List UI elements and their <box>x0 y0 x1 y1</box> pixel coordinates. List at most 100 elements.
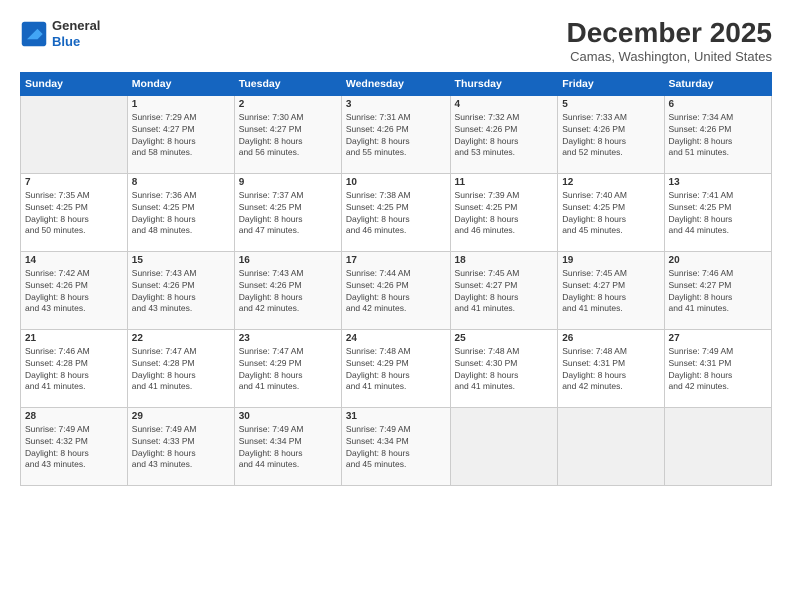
calendar-cell: 27 Sunrise: 7:49 AMSunset: 4:31 PMDayligh… <box>664 329 771 407</box>
day-number: 27 <box>669 333 767 344</box>
calendar-cell: 9 Sunrise: 7:37 AMSunset: 4:25 PMDaylight… <box>234 173 341 251</box>
day-info: Sunrise: 7:49 AMSunset: 4:34 PMDaylight:… <box>346 424 446 472</box>
calendar-cell: 8 Sunrise: 7:36 AMSunset: 4:25 PMDaylight… <box>127 173 234 251</box>
calendar-cell: 18Sunrise: 7:45 AMSunset: 4:27 PMDayligh… <box>450 251 558 329</box>
calendar-week-0: 1Sunrise: 7:29 AMSunset: 4:27 PMDaylight… <box>21 95 772 173</box>
day-number: 4 <box>455 99 554 110</box>
calendar-cell: 21 Sunrise: 7:46 AMSunset: 4:28 PMDayligh… <box>21 329 128 407</box>
day-number: 8 <box>132 177 230 188</box>
page: General Blue December 2025 Camas, Washin… <box>0 0 792 612</box>
day-number: 21 <box>25 333 123 344</box>
calendar-cell <box>450 407 558 485</box>
calendar-cell: 1Sunrise: 7:29 AMSunset: 4:27 PMDaylight… <box>127 95 234 173</box>
day-info: Sunrise: 7:34 AMSunset: 4:26 PMDaylight:… <box>669 112 767 160</box>
day-info: Sunrise: 7:49 AMSunset: 4:33 PMDaylight:… <box>132 424 230 472</box>
calendar-cell: 15 Sunrise: 7:43 AMSunset: 4:26 PMDayligh… <box>127 251 234 329</box>
day-info: Sunrise: 7:30 AMSunset: 4:27 PMDaylight:… <box>239 112 337 160</box>
calendar-cell: 13 Sunrise: 7:41 AMSunset: 4:25 PMDayligh… <box>664 173 771 251</box>
day-info: Sunrise: 7:49 AMSunset: 4:34 PMDaylight:… <box>239 424 337 472</box>
day-number: 9 <box>239 177 337 188</box>
calendar-header-wednesday: Wednesday <box>341 72 450 95</box>
day-number: 12 <box>562 177 659 188</box>
calendar-header-monday: Monday <box>127 72 234 95</box>
day-number: 25 <box>455 333 554 344</box>
calendar-cell <box>21 95 128 173</box>
calendar-week-1: 7 Sunrise: 7:35 AMSunset: 4:25 PMDaylight… <box>21 173 772 251</box>
day-info: Sunrise: 7:44 AMSunset: 4:26 PMDaylight:… <box>346 268 446 316</box>
day-number: 7 <box>25 177 123 188</box>
calendar-week-3: 21 Sunrise: 7:46 AMSunset: 4:28 PMDayligh… <box>21 329 772 407</box>
day-number: 13 <box>669 177 767 188</box>
calendar-header-saturday: Saturday <box>664 72 771 95</box>
day-number: 5 <box>562 99 659 110</box>
calendar-cell: 31 Sunrise: 7:49 AMSunset: 4:34 PMDayligh… <box>341 407 450 485</box>
day-number: 31 <box>346 411 446 422</box>
calendar-cell: 16 Sunrise: 7:43 AMSunset: 4:26 PMDayligh… <box>234 251 341 329</box>
day-info: Sunrise: 7:46 AMSunset: 4:27 PMDaylight:… <box>669 268 767 316</box>
day-number: 17 <box>346 255 446 266</box>
day-number: 22 <box>132 333 230 344</box>
day-info: Sunrise: 7:49 AMSunset: 4:32 PMDaylight:… <box>25 424 123 472</box>
calendar-header-tuesday: Tuesday <box>234 72 341 95</box>
calendar-cell: 28 Sunrise: 7:49 AMSunset: 4:32 PMDayligh… <box>21 407 128 485</box>
calendar-cell: 4 Sunrise: 7:32 AMSunset: 4:26 PMDaylight… <box>450 95 558 173</box>
calendar-cell: 17 Sunrise: 7:44 AMSunset: 4:26 PMDayligh… <box>341 251 450 329</box>
calendar-cell: 2Sunrise: 7:30 AMSunset: 4:27 PMDaylight… <box>234 95 341 173</box>
calendar-header-row: SundayMondayTuesdayWednesdayThursdayFrid… <box>21 72 772 95</box>
day-info: Sunrise: 7:48 AMSunset: 4:31 PMDaylight:… <box>562 346 659 394</box>
day-number: 20 <box>669 255 767 266</box>
day-info: Sunrise: 7:36 AMSunset: 4:25 PMDaylight:… <box>132 190 230 238</box>
day-number: 15 <box>132 255 230 266</box>
calendar-cell: 6Sunrise: 7:34 AMSunset: 4:26 PMDaylight… <box>664 95 771 173</box>
day-info: Sunrise: 7:38 AMSunset: 4:25 PMDaylight:… <box>346 190 446 238</box>
calendar-cell: 26Sunrise: 7:48 AMSunset: 4:31 PMDayligh… <box>558 329 664 407</box>
day-number: 23 <box>239 333 337 344</box>
day-number: 11 <box>455 177 554 188</box>
day-info: Sunrise: 7:42 AMSunset: 4:26 PMDaylight:… <box>25 268 123 316</box>
calendar-header-thursday: Thursday <box>450 72 558 95</box>
logo-icon <box>20 20 48 48</box>
calendar-week-4: 28 Sunrise: 7:49 AMSunset: 4:32 PMDayligh… <box>21 407 772 485</box>
calendar-cell: 22 Sunrise: 7:47 AMSunset: 4:28 PMDayligh… <box>127 329 234 407</box>
day-number: 30 <box>239 411 337 422</box>
calendar-cell: 3 Sunrise: 7:31 AMSunset: 4:26 PMDaylight… <box>341 95 450 173</box>
day-info: Sunrise: 7:31 AMSunset: 4:26 PMDaylight:… <box>346 112 446 160</box>
day-number: 18 <box>455 255 554 266</box>
day-info: Sunrise: 7:32 AMSunset: 4:26 PMDaylight:… <box>455 112 554 160</box>
calendar-table: SundayMondayTuesdayWednesdayThursdayFrid… <box>20 72 772 486</box>
calendar-cell <box>558 407 664 485</box>
location: Camas, Washington, United States <box>567 49 772 64</box>
title-block: December 2025 Camas, Washington, United … <box>567 18 772 64</box>
logo-line1: General <box>52 18 100 34</box>
calendar-cell <box>664 407 771 485</box>
calendar-cell: 29Sunrise: 7:49 AMSunset: 4:33 PMDayligh… <box>127 407 234 485</box>
day-info: Sunrise: 7:49 AMSunset: 4:31 PMDaylight:… <box>669 346 767 394</box>
day-number: 3 <box>346 99 446 110</box>
calendar-week-2: 14 Sunrise: 7:42 AMSunset: 4:26 PMDayligh… <box>21 251 772 329</box>
day-info: Sunrise: 7:43 AMSunset: 4:26 PMDaylight:… <box>239 268 337 316</box>
day-info: Sunrise: 7:46 AMSunset: 4:28 PMDaylight:… <box>25 346 123 394</box>
day-info: Sunrise: 7:35 AMSunset: 4:25 PMDaylight:… <box>25 190 123 238</box>
header: General Blue December 2025 Camas, Washin… <box>20 18 772 64</box>
calendar-cell: 12 Sunrise: 7:40 AMSunset: 4:25 PMDayligh… <box>558 173 664 251</box>
day-info: Sunrise: 7:41 AMSunset: 4:25 PMDaylight:… <box>669 190 767 238</box>
calendar-cell: 19Sunrise: 7:45 AMSunset: 4:27 PMDayligh… <box>558 251 664 329</box>
calendar-cell: 20 Sunrise: 7:46 AMSunset: 4:27 PMDayligh… <box>664 251 771 329</box>
day-info: Sunrise: 7:29 AMSunset: 4:27 PMDaylight:… <box>132 112 230 160</box>
calendar-header-sunday: Sunday <box>21 72 128 95</box>
logo-line2: Blue <box>52 34 100 50</box>
day-info: Sunrise: 7:48 AMSunset: 4:30 PMDaylight:… <box>455 346 554 394</box>
day-number: 28 <box>25 411 123 422</box>
day-number: 16 <box>239 255 337 266</box>
day-info: Sunrise: 7:47 AMSunset: 4:28 PMDaylight:… <box>132 346 230 394</box>
day-info: Sunrise: 7:43 AMSunset: 4:26 PMDaylight:… <box>132 268 230 316</box>
month-title: December 2025 <box>567 18 772 49</box>
day-info: Sunrise: 7:40 AMSunset: 4:25 PMDaylight:… <box>562 190 659 238</box>
day-info: Sunrise: 7:37 AMSunset: 4:25 PMDaylight:… <box>239 190 337 238</box>
day-number: 19 <box>562 255 659 266</box>
day-number: 14 <box>25 255 123 266</box>
calendar-cell: 24Sunrise: 7:48 AMSunset: 4:29 PMDayligh… <box>341 329 450 407</box>
calendar-cell: 11Sunrise: 7:39 AMSunset: 4:25 PMDayligh… <box>450 173 558 251</box>
calendar-cell: 30 Sunrise: 7:49 AMSunset: 4:34 PMDayligh… <box>234 407 341 485</box>
calendar-cell: 23Sunrise: 7:47 AMSunset: 4:29 PMDayligh… <box>234 329 341 407</box>
